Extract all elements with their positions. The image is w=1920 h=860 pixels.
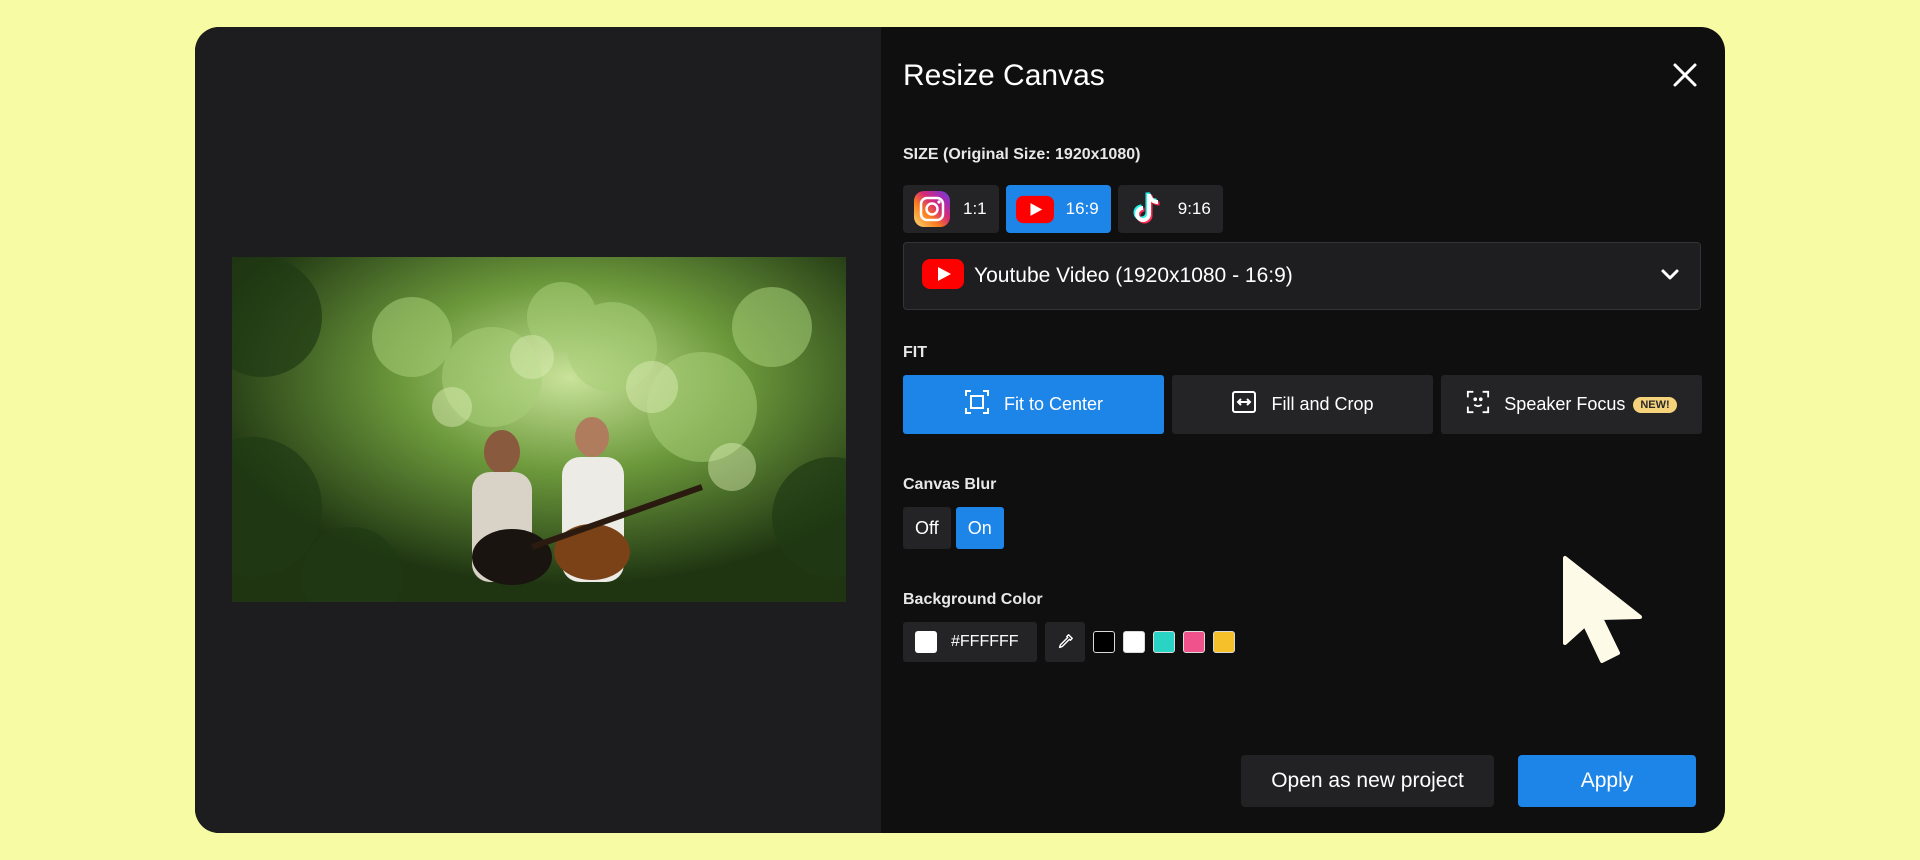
color-swatches — [1092, 631, 1235, 653]
speaker-focus-button[interactable]: Speaker Focus NEW! — [1441, 375, 1702, 434]
fit-center-icon — [964, 389, 990, 420]
swatch-pink[interactable] — [1182, 631, 1205, 653]
tiktok-icon — [1128, 190, 1166, 228]
chevron-down-icon — [1658, 262, 1682, 291]
dialog-title: Resize Canvas — [903, 59, 1105, 92]
instagram-icon — [913, 190, 951, 228]
resize-canvas-dialog: Resize Canvas SIZE (Original Size: 1920x… — [195, 27, 1725, 833]
ratio-label: 1:1 — [963, 199, 987, 218]
preview-pane — [195, 27, 881, 833]
fit-label: FIT — [903, 344, 927, 361]
fit-option-label: Fill and Crop — [1271, 394, 1374, 414]
ratio-button-1-1[interactable]: 1:1 — [903, 185, 999, 233]
preset-dropdown[interactable]: Youtube Video (1920x1080 - 16:9) — [903, 242, 1701, 310]
fit-options: Fit to Center Fill and Crop Speaker Focu… — [903, 375, 1702, 434]
current-color-swatch — [915, 631, 937, 653]
ratio-button-16-9[interactable]: 16:9 — [1005, 185, 1111, 233]
canvas-blur-toggle: Off On — [903, 507, 1004, 549]
fill-crop-icon — [1231, 389, 1257, 420]
canvas-blur-label: Canvas Blur — [903, 476, 997, 493]
fill-and-crop-button[interactable]: Fill and Crop — [1172, 375, 1433, 434]
eyedropper-icon[interactable] — [1044, 622, 1085, 662]
open-as-new-project-button[interactable]: Open as new project — [1241, 755, 1494, 807]
swatch-black[interactable] — [1092, 631, 1115, 653]
background-color-label: Background Color — [903, 591, 1043, 608]
ratio-label: 16:9 — [1065, 199, 1099, 218]
mouse-cursor-icon — [1563, 556, 1642, 663]
new-badge: NEW! — [1633, 396, 1677, 413]
settings-panel: Resize Canvas SIZE (Original Size: 1920x… — [881, 27, 1725, 833]
swatch-white[interactable] — [1122, 631, 1145, 653]
swatch-yellow[interactable] — [1212, 631, 1235, 653]
youtube-icon — [1015, 190, 1054, 228]
fit-option-label: Speaker Focus — [1504, 394, 1626, 414]
close-icon[interactable] — [1669, 59, 1701, 91]
fit-to-center-button[interactable]: Fit to Center — [903, 375, 1164, 434]
blur-off-button[interactable]: Off — [903, 507, 951, 549]
apply-button[interactable]: Apply — [1518, 755, 1696, 807]
ratio-button-9-16[interactable]: 9:16 — [1117, 185, 1223, 233]
fit-option-label: Fit to Center — [1003, 394, 1104, 414]
blur-on-button[interactable]: On — [955, 507, 1004, 549]
hex-value: #FFFFFF — [951, 633, 1019, 650]
video-preview-image — [232, 257, 846, 602]
youtube-icon — [922, 258, 964, 294]
ratio-label: 9:16 — [1177, 199, 1211, 218]
ratio-selector: 1:1 16:9 9:16 — [903, 185, 1223, 233]
preset-label: Youtube Video (1920x1080 - 16:9) — [974, 264, 1293, 287]
size-label: SIZE (Original Size: 1920x1080) — [903, 146, 1141, 163]
background-color-controls: #FFFFFF — [903, 622, 1235, 662]
hex-color-input[interactable]: #FFFFFF — [903, 622, 1037, 662]
speaker-focus-icon — [1466, 390, 1490, 419]
swatch-teal[interactable] — [1152, 631, 1175, 653]
